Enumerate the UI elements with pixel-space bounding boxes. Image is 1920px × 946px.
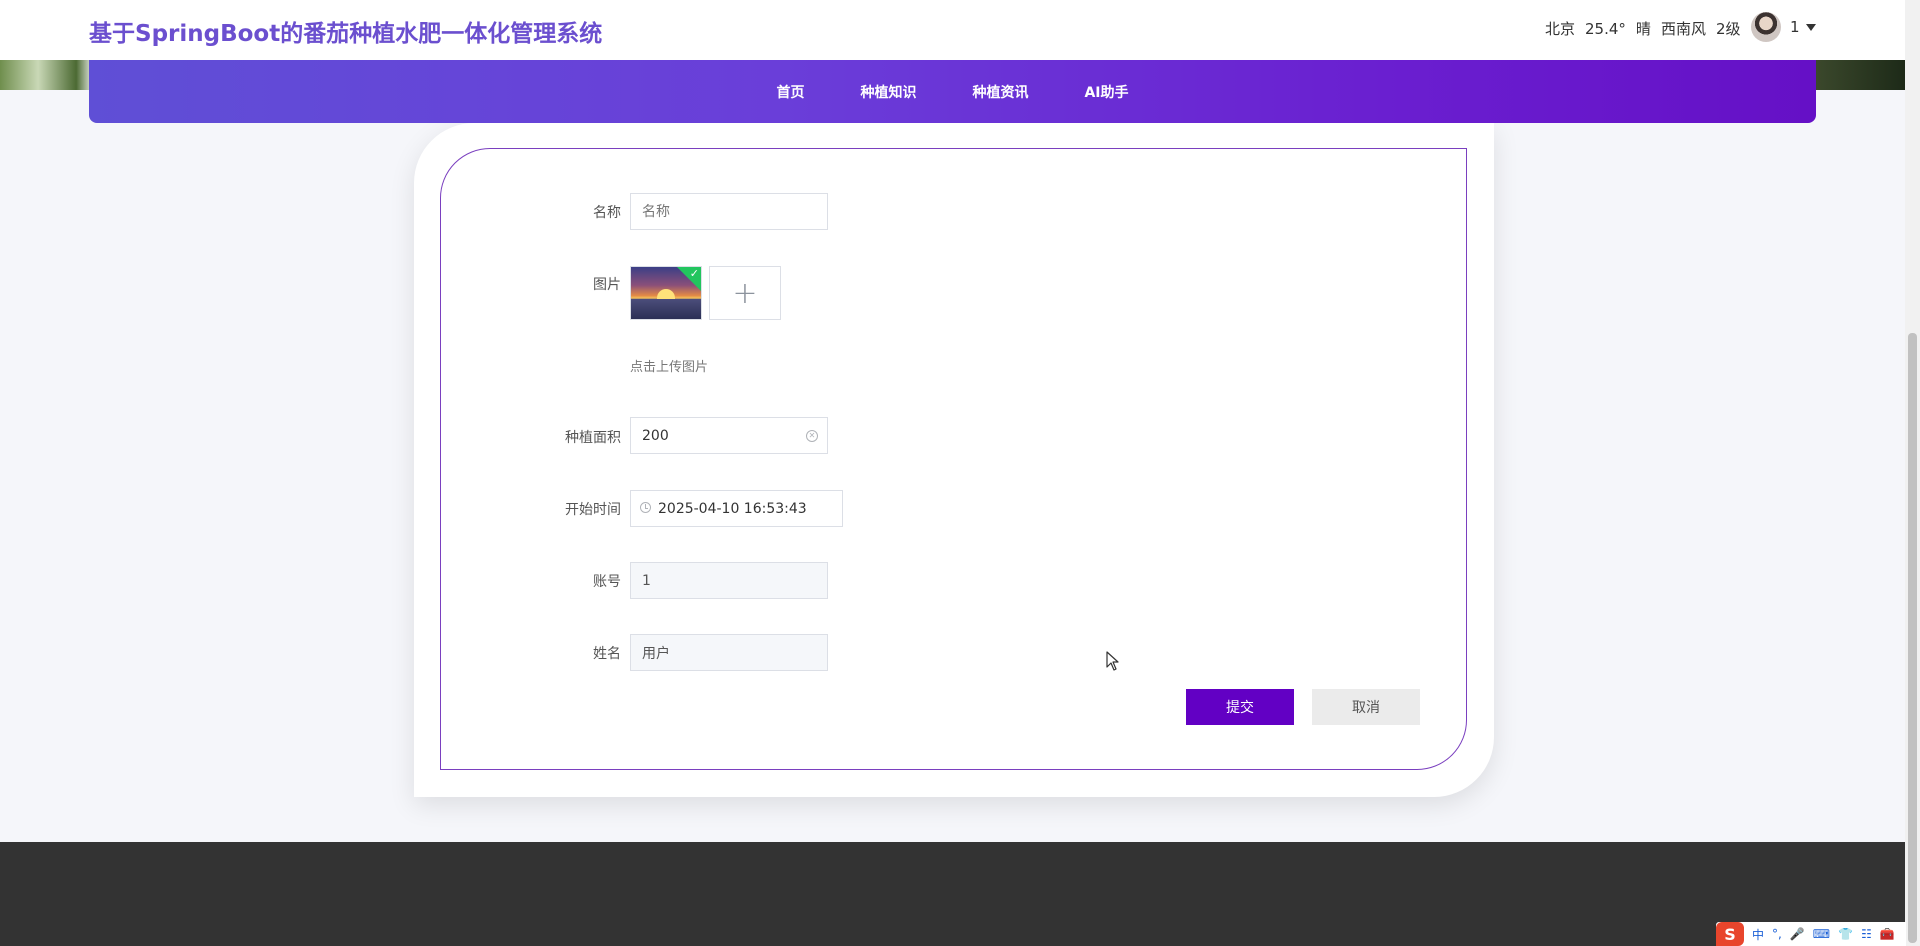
plus-icon: + — [732, 275, 758, 311]
nav-item-ai-assistant[interactable]: AI助手 — [1084, 82, 1128, 102]
cancel-button[interactable]: 取消 — [1312, 689, 1420, 725]
ime-logo-icon[interactable]: S — [1716, 922, 1744, 946]
weather-widget: 北京 25.4° 晴西南风 2级 — [1545, 18, 1751, 39]
check-icon: ✓ — [689, 267, 699, 280]
nav-item-home[interactable]: 首页 — [776, 82, 804, 102]
area-label: 种植面积 — [565, 430, 621, 446]
user-menu[interactable]: 1 — [1790, 18, 1816, 36]
name-input[interactable] — [630, 193, 828, 230]
weather-temperature: 25.4° — [1585, 20, 1626, 38]
ime-toolbox-icon[interactable]: 🧰 — [1880, 927, 1895, 941]
top-header: 基于SpringBoot的番茄种植水肥一体化管理系统 北京 25.4° 晴西南风 2级… — [0, 0, 1905, 60]
submit-button[interactable]: 提交 — [1186, 689, 1294, 725]
ime-voice-icon[interactable]: 🎤 — [1790, 927, 1805, 941]
add-image-button[interactable]: + — [709, 266, 781, 320]
upload-hint: 点击上传图片 — [630, 360, 709, 375]
real-name-input[interactable] — [630, 634, 828, 671]
ime-chinese-mode[interactable]: 中 — [1752, 926, 1764, 943]
main-nav: 首页 种植知识 种植资讯 AI助手 — [89, 60, 1816, 123]
ime-punctuation-icon[interactable]: °, — [1772, 927, 1782, 941]
user-name: 1 — [1790, 18, 1800, 36]
clear-icon[interactable]: ✕ — [806, 430, 818, 442]
account-input[interactable] — [630, 562, 828, 599]
footer — [0, 842, 1905, 946]
start-time-picker[interactable] — [630, 490, 843, 527]
user-avatar[interactable] — [1751, 12, 1781, 42]
account-label: 账号 — [593, 574, 621, 590]
image-label: 图片 — [593, 277, 621, 293]
ime-toolbar: S 中 °, 🎤 ⌨ 👕 ☷ 🧰 — [1716, 922, 1906, 946]
uploaded-image-thumbnail[interactable]: ✓ — [630, 266, 702, 320]
nav-item-planting-knowledge[interactable]: 种植知识 — [860, 82, 916, 102]
ime-keyboard-icon[interactable]: ⌨ — [1813, 927, 1830, 941]
scrollbar-thumb[interactable] — [1908, 333, 1917, 943]
nav-item-planting-news[interactable]: 种植资讯 — [972, 82, 1028, 102]
real-name-label: 姓名 — [593, 646, 621, 662]
ime-grid-icon[interactable]: ☷ — [1861, 927, 1872, 941]
clock-icon — [640, 502, 651, 513]
weather-wind: 西南风 — [1660, 20, 1706, 38]
start-time-label: 开始时间 — [565, 502, 621, 518]
weather-level: 2级 — [1715, 20, 1741, 38]
mouse-cursor-icon — [1106, 651, 1119, 671]
form-card-inner — [440, 148, 1467, 770]
site-title[interactable]: 基于SpringBoot的番茄种植水肥一体化管理系统 — [89, 14, 602, 48]
weather-city: 北京 — [1545, 20, 1576, 38]
caret-down-icon — [1805, 24, 1816, 31]
ime-skin-icon[interactable]: 👕 — [1838, 927, 1853, 941]
sunset-image — [657, 289, 675, 299]
name-label: 名称 — [593, 205, 621, 221]
area-input[interactable] — [630, 417, 828, 454]
weather-condition: 晴 — [1635, 20, 1651, 38]
